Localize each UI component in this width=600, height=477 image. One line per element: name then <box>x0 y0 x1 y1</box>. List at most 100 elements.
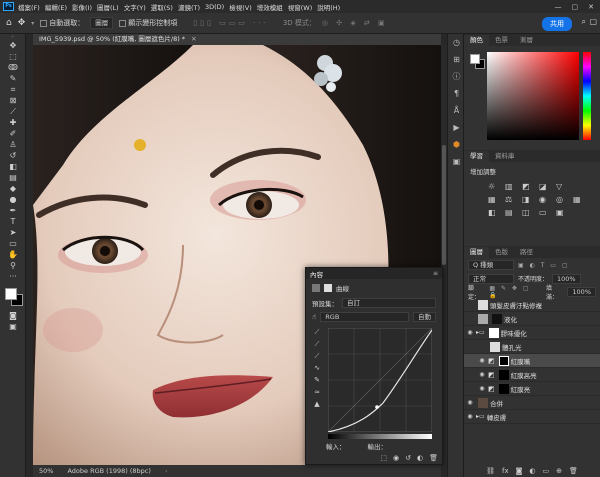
path-select-tool-icon[interactable]: ➤ <box>0 227 26 238</box>
tab-layers[interactable]: 圖層 <box>464 247 489 258</box>
layer-row[interactable]: 體孔光 <box>464 340 600 354</box>
brightness-icon[interactable]: ☼ <box>488 182 501 191</box>
scrollbar-thumb[interactable] <box>442 145 446 265</box>
menu-image[interactable]: 影像(I) <box>72 2 92 12</box>
group-icon[interactable]: ▭ <box>543 467 550 475</box>
bw-icon[interactable]: ◨ <box>522 195 535 204</box>
curve-point-icon[interactable]: ∿ <box>310 362 324 374</box>
history-icon[interactable]: ◷ <box>448 34 465 51</box>
curves-graph[interactable] <box>328 328 432 432</box>
frame-tool-icon[interactable]: ⊠ <box>0 95 26 106</box>
eye-icon[interactable]: ◉ <box>464 399 476 406</box>
layer-filter-dropdown[interactable]: Q 種類 <box>468 260 514 270</box>
menu-plugins[interactable]: 增效模組 <box>257 2 283 12</box>
pen-tool-icon[interactable]: ✒ <box>0 205 26 216</box>
menu-window[interactable]: 視窗(W) <box>288 2 313 12</box>
menu-3d[interactable]: 3D(D) <box>205 3 224 11</box>
filter-icons[interactable]: ▣ ◐ T ▭ ▢ <box>518 262 570 269</box>
eye-icon[interactable]: ◉ <box>464 413 476 420</box>
tab-swatches[interactable]: 色票 <box>489 35 514 46</box>
curves-adj-icon[interactable]: ◩ <box>522 182 535 191</box>
reset-icon[interactable]: ↺ <box>405 454 411 462</box>
actions-icon[interactable]: ▶ <box>448 119 465 136</box>
crop-tool-icon[interactable]: ⌗ <box>0 84 26 95</box>
hand-tool-icon[interactable]: ✋ <box>0 249 26 260</box>
posterize-icon[interactable]: ▤ <box>505 208 518 217</box>
clip-icon[interactable]: ⬚ <box>380 454 387 462</box>
fill-field[interactable]: 100% <box>567 286 596 297</box>
transform-checkbox[interactable]: 顯示變形控制項 <box>119 18 177 28</box>
pencil-icon[interactable]: ✎ <box>310 374 324 386</box>
move-tool-icon[interactable]: ✥ <box>0 40 26 51</box>
link-icon[interactable]: ⛓ <box>486 467 495 475</box>
auto-select-checkbox[interactable]: 自動選取： <box>40 18 84 28</box>
adjustment-layer-icon[interactable]: ◐ <box>529 467 535 475</box>
panel-menu-icon[interactable]: ≡ <box>433 270 438 277</box>
gradient-tool-icon[interactable]: ▤ <box>0 172 26 183</box>
color-profile[interactable]: Adobe RGB (1998) (8bpc) <box>67 467 150 475</box>
3d-icon[interactable]: ⬢ <box>448 136 465 153</box>
visibility-icon[interactable]: ◐ <box>417 454 423 462</box>
hue-sat-icon[interactable]: ▦ <box>488 195 501 204</box>
color-swatches[interactable] <box>0 282 25 310</box>
chevron-down-icon[interactable]: ▾ <box>31 20 34 27</box>
eye-icon[interactable]: ◉ <box>476 371 488 378</box>
new-layer-icon[interactable]: ⊕ <box>556 467 562 475</box>
layer-row-selected[interactable]: ◉ ◩ 紅膜嘴 <box>464 354 600 368</box>
menu-view[interactable]: 檢視(V) <box>229 2 252 12</box>
menu-layer[interactable]: 圖層(L) <box>97 2 119 12</box>
preset-dropdown[interactable]: 自訂 <box>342 298 436 308</box>
hue-slider[interactable] <box>583 52 591 140</box>
blur-tool-icon[interactable]: ◆ <box>0 183 26 194</box>
tab-paths[interactable]: 路徑 <box>514 247 539 258</box>
3d-icons[interactable]: ◎ ✣ ◈ ⇄ ▣ <box>322 19 388 27</box>
channel-mixer-icon[interactable]: ◎ <box>556 195 569 204</box>
home-icon[interactable]: ⌂ <box>6 18 12 28</box>
quick-mask-icon[interactable]: ◙ <box>0 310 26 321</box>
dodge-tool-icon[interactable]: ● <box>0 194 26 205</box>
color-picker-field[interactable] <box>487 52 579 140</box>
folder-icon[interactable]: ▸▭ <box>476 413 485 420</box>
fx-icon[interactable]: fx <box>502 467 509 475</box>
tab-gradients[interactable]: 漸層 <box>514 35 539 46</box>
shape-tool-icon[interactable]: ▭ <box>0 238 26 249</box>
menu-type[interactable]: 文字(Y) <box>124 2 146 12</box>
brush-tool-icon[interactable]: ✐ <box>0 128 26 139</box>
menu-help[interactable]: 說明(H) <box>317 2 340 12</box>
share-button[interactable]: 共用 <box>542 17 572 31</box>
fg-swatch[interactable] <box>470 54 480 64</box>
threshold-icon[interactable]: ◫ <box>522 208 535 217</box>
photo-filter-icon[interactable]: ◉ <box>539 195 552 204</box>
more-tools-icon[interactable]: ··· <box>0 271 26 282</box>
eraser-tool-icon[interactable]: ◧ <box>0 161 26 172</box>
layer-row[interactable]: ◉ ◩ 紅膜高亮 <box>464 368 600 382</box>
gradient-map-icon[interactable]: ▭ <box>539 208 552 217</box>
menu-filter[interactable]: 濾鏡(T) <box>178 2 200 12</box>
marquee-tool-icon[interactable]: ⬚ <box>0 51 26 62</box>
layer-row[interactable]: ◉ ▸▭ 轉皮膚 <box>464 410 600 424</box>
glyphs-icon[interactable]: Å <box>448 102 465 119</box>
menu-edit[interactable]: 編輯(E) <box>45 2 67 12</box>
search-icon[interactable]: ⌕ <box>582 17 586 27</box>
exposure-icon[interactable]: ◪ <box>539 182 552 191</box>
color-lookup-icon[interactable]: ▦ <box>573 195 586 204</box>
layer-row[interactable]: 頭髮皮膚汙點修複 <box>464 298 600 312</box>
eyedropper-tool-icon[interactable]: ⟋ <box>0 106 26 117</box>
eyedropper-black-icon[interactable]: ⟋ <box>310 326 324 338</box>
channel-dropdown[interactable]: RGB <box>320 312 409 322</box>
layer-row[interactable]: ◉ 合併 <box>464 396 600 410</box>
healing-brush-tool-icon[interactable]: ✚ <box>0 117 26 128</box>
tab-learn[interactable]: 學習 <box>464 151 489 162</box>
quick-select-tool-icon[interactable]: ✎ <box>0 73 26 84</box>
layer-row[interactable]: 液化 <box>464 312 600 326</box>
close-tab-icon[interactable]: ✕ <box>191 35 196 43</box>
clone-stamp-tool-icon[interactable]: ♙ <box>0 139 26 150</box>
color-balance-icon[interactable]: ⚖ <box>505 195 518 204</box>
type-tool-icon[interactable]: T <box>0 216 26 227</box>
eyedropper-gray-icon[interactable]: ⟋ <box>310 338 324 350</box>
delete-layer-icon[interactable]: 🗑 <box>569 467 578 475</box>
properties-icon[interactable]: ▣ <box>448 153 465 170</box>
zoom-level[interactable]: 50% <box>39 467 53 475</box>
tab-channels[interactable]: 色版 <box>489 247 514 258</box>
screen-mode-icon[interactable]: ▣ <box>0 321 26 332</box>
